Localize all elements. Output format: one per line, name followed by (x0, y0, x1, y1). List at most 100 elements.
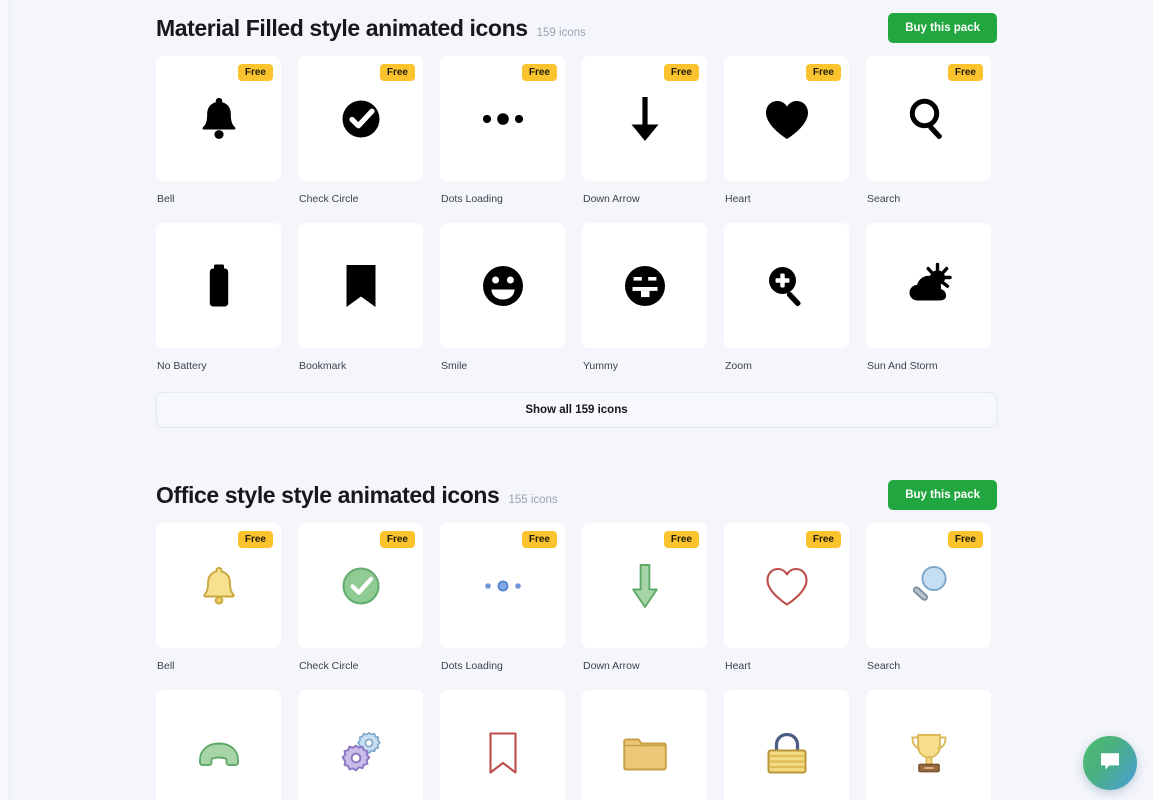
heart-icon (757, 89, 817, 149)
icon-label: Heart (725, 660, 751, 672)
icon-pack-section: Material Filled style animated icons 159 … (156, 0, 997, 467)
section-title: Office style style animated icons (156, 481, 500, 508)
icon-cell (866, 690, 991, 800)
icon-cell: Yummy (582, 223, 707, 390)
icon-card[interactable]: Free (866, 523, 991, 648)
free-badge: Free (947, 531, 983, 548)
icon-card[interactable] (582, 223, 707, 348)
icon-cell: Free Bell (156, 56, 281, 223)
icon-label: Down Arrow (583, 660, 640, 672)
icon-card[interactable] (298, 223, 423, 348)
icon-card[interactable] (440, 690, 565, 800)
icon-cell: Free Dots Loading (440, 56, 565, 223)
no-battery-icon (189, 256, 249, 316)
icon-card[interactable]: Free (724, 56, 849, 181)
settings-gears-icon (331, 723, 391, 783)
bookmark-icon (473, 723, 533, 783)
icon-cell: Free Check Circle (298, 56, 423, 223)
search-icon (899, 89, 959, 149)
icon-cell (156, 690, 281, 800)
icon-card[interactable] (156, 223, 281, 348)
lock-icon (757, 723, 817, 783)
icon-card[interactable]: Free (440, 56, 565, 181)
dots-loading-icon (473, 556, 533, 616)
icon-card[interactable]: Free (440, 523, 565, 648)
buy-this-pack-button[interactable]: Buy this pack (888, 480, 997, 510)
section-title: Material Filled style animated icons (156, 14, 528, 41)
yummy-icon (615, 256, 675, 316)
icon-card[interactable]: Free (298, 523, 423, 648)
icon-card[interactable] (866, 223, 991, 348)
section-header: Material Filled style animated icons 159 … (156, 0, 997, 56)
icon-cell: Bookmark (298, 223, 423, 390)
icon-card[interactable] (866, 690, 991, 800)
icon-card[interactable] (724, 690, 849, 800)
icon-card[interactable] (156, 690, 281, 800)
icon-card[interactable]: Free (298, 56, 423, 181)
icon-card[interactable]: Free (582, 56, 707, 181)
section-title-group: Office style style animated icons 155 ico… (156, 482, 558, 509)
trophy-icon (899, 723, 959, 783)
free-badge: Free (237, 64, 273, 81)
icon-packs-page: Material Filled style animated icons 159 … (0, 0, 1153, 800)
icon-label: Down Arrow (583, 193, 640, 205)
section-icon-count: 159 icons (536, 26, 586, 39)
icon-card[interactable] (298, 690, 423, 800)
icon-card[interactable]: Free (724, 523, 849, 648)
down-arrow-icon (615, 556, 675, 616)
icon-grid: Free Bell Free Check Circle Free Dots Loading… (156, 523, 997, 800)
chat-widget-button[interactable] (1083, 736, 1137, 790)
section-icon-count: 155 icons (508, 493, 558, 506)
icon-cell: Free Down Arrow (582, 56, 707, 223)
free-badge: Free (237, 531, 273, 548)
icon-cell: No Battery (156, 223, 281, 390)
icon-cell: Free Heart (724, 56, 849, 223)
icon-cell (582, 690, 707, 800)
icon-cell: Free Dots Loading (440, 523, 565, 690)
free-badge: Free (379, 531, 415, 548)
icon-grid: Free Bell Free Check Circle Free Dots Loading… (156, 56, 997, 390)
icon-cell (440, 690, 565, 800)
smile-icon (473, 256, 533, 316)
icon-cell: Free Search (866, 56, 991, 223)
icon-cell: Free Check Circle (298, 523, 423, 690)
icon-card[interactable] (724, 223, 849, 348)
sections-container: Material Filled style animated icons 159 … (156, 0, 997, 800)
free-badge: Free (379, 64, 415, 81)
icon-cell (298, 690, 423, 800)
page-left-gutter (0, 0, 10, 800)
icon-pack-section: Office style style animated icons 155 ico… (156, 467, 997, 800)
phone-icon (189, 723, 249, 783)
icon-label: Sun And Storm (867, 360, 938, 372)
icon-cell: Free Bell (156, 523, 281, 690)
down-arrow-icon (615, 89, 675, 149)
icon-cell: Free Down Arrow (582, 523, 707, 690)
icon-label: No Battery (157, 360, 207, 372)
icon-card[interactable]: Free (156, 56, 281, 181)
icon-label: Bell (157, 193, 175, 205)
icon-card[interactable]: Free (582, 523, 707, 648)
icon-card[interactable] (582, 690, 707, 800)
icon-card[interactable]: Free (156, 523, 281, 648)
icon-label: Search (867, 660, 901, 672)
show-all-icons-button[interactable]: Show all 159 icons (156, 392, 997, 428)
icon-label: Smile (441, 360, 468, 372)
icon-cell: Free Search (866, 523, 991, 690)
folder-icon (615, 723, 675, 783)
icon-label: Bell (157, 660, 175, 672)
heart-icon (757, 556, 817, 616)
icon-cell: Free Heart (724, 523, 849, 690)
icon-card[interactable] (440, 223, 565, 348)
icon-label: Zoom (725, 360, 752, 372)
check-circle-icon (331, 89, 391, 149)
free-badge: Free (947, 64, 983, 81)
section-header: Office style style animated icons 155 ico… (156, 467, 997, 523)
icon-label: Bookmark (299, 360, 347, 372)
buy-this-pack-button[interactable]: Buy this pack (888, 13, 997, 43)
icon-card[interactable]: Free (866, 56, 991, 181)
free-badge: Free (805, 531, 841, 548)
icon-cell: Zoom (724, 223, 849, 390)
free-badge: Free (521, 64, 557, 81)
icon-label: Heart (725, 193, 751, 205)
